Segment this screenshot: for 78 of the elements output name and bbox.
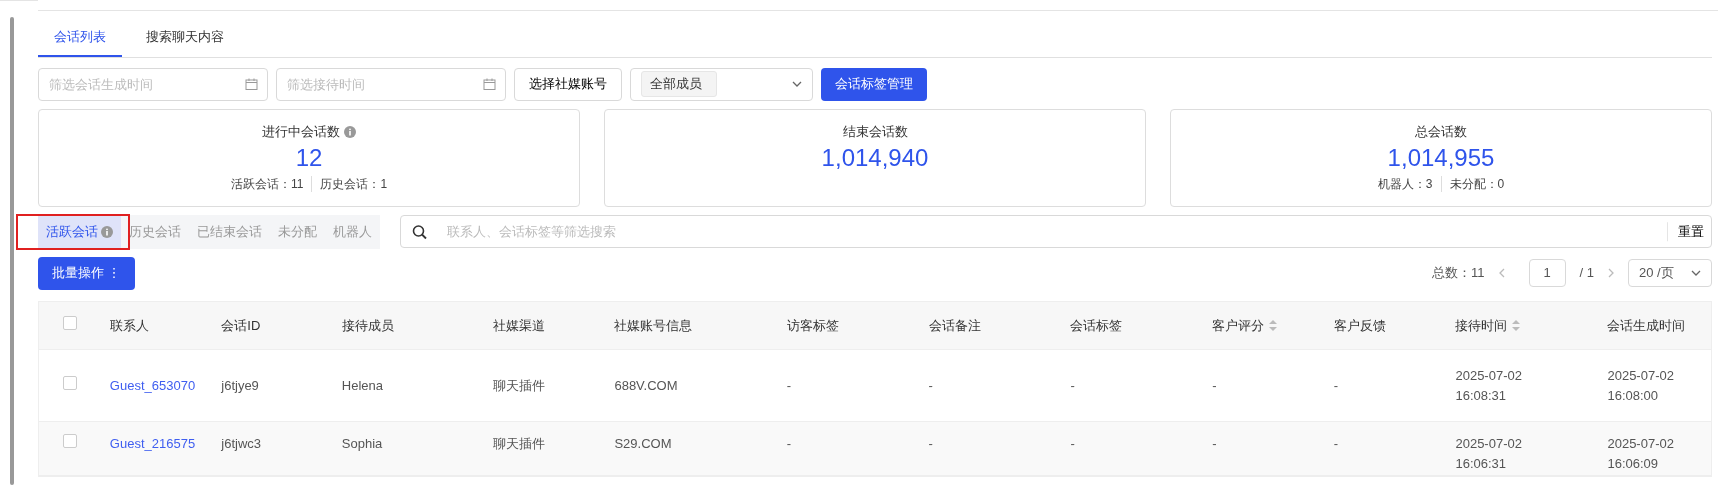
column-header: 接待成员 (341, 316, 394, 335)
table-cell: 688V.COM (614, 377, 678, 393)
table-cell: j6tjye9 (221, 377, 259, 393)
page-field[interactable]: 1 (1528, 259, 1566, 287)
table-cell: - (786, 436, 792, 451)
calendar-icon (483, 77, 496, 91)
table-cell: - (1070, 436, 1075, 451)
table-cell: Helena (341, 377, 384, 393)
page-size-value: 20 /页 (1639, 264, 1674, 283)
table-cell-text: 2025-07-02 16:08:31 (1455, 367, 1523, 405)
stat-value: 12 (295, 143, 323, 173)
table-cell: S29.COM (614, 436, 672, 451)
calendar-icon (245, 77, 258, 91)
column-header-cell[interactable]: 接待时间 (1447, 301, 1600, 350)
table-cell: 聊天插件 (492, 436, 545, 451)
stat-title: 进行中会话数 (262, 123, 340, 142)
contact-link[interactable]: Guest_653070 (109, 377, 196, 393)
sort-icon (1268, 318, 1279, 332)
table-cell: - (928, 436, 933, 451)
select-tag: 全部成员 (641, 71, 717, 97)
column-header: 接待时间 (1455, 316, 1508, 335)
stat-title: 总会话数 (1415, 123, 1467, 142)
table-cell-text: 2025-07-02 16:06:09 (1607, 435, 1675, 473)
stat-value: 1,014,940 (821, 143, 929, 173)
search-icon (412, 224, 427, 239)
stat-detail: 活跃会话：11 (230, 175, 304, 193)
sort-icon (1511, 318, 1522, 332)
checkbox[interactable] (63, 434, 78, 448)
chevron-right-icon (1608, 268, 1614, 278)
table-cell: - (1333, 377, 1339, 393)
column-header: 社媒渠道 (492, 316, 545, 335)
chevron-down-icon (792, 81, 802, 87)
stat-title: 结束会话数 (842, 123, 908, 142)
chevron-left-icon (1498, 268, 1505, 278)
page-count: / 1 (1579, 264, 1594, 283)
info-icon (101, 225, 113, 238)
stat-detail: 机器人：3 (1377, 175, 1433, 193)
column-header: 会话生成时间 (1607, 316, 1686, 335)
member-select[interactable]: 全部成员 (630, 67, 813, 101)
column-header: 会话备注 (928, 316, 981, 335)
filter-tab[interactable]: 活跃会话 (38, 214, 121, 249)
chevron-down-icon (1691, 270, 1701, 276)
column-header: 联系人 (109, 316, 149, 335)
info-icon (344, 126, 356, 139)
page-size-select[interactable]: 20 /页 (1628, 259, 1712, 287)
checkbox[interactable] (63, 315, 78, 330)
scroll-bar[interactable] (10, 17, 14, 485)
account-select-button[interactable]: 选择社媒账号 (514, 67, 622, 101)
table-cell: - (1333, 436, 1339, 451)
stat-value: 1,014,955 (1387, 143, 1495, 173)
date-field[interactable]: 筛选会话生成时间 (38, 67, 268, 101)
total-count: 总数：11 (1432, 264, 1485, 283)
stat-detail: 历史会话：1 (320, 175, 388, 193)
column-header: 客户评分 (1212, 316, 1265, 335)
tag-manage-button[interactable]: 会话标签管理 (821, 67, 927, 101)
column-header-cell[interactable]: 客户评分 (1204, 301, 1326, 350)
tab[interactable]: 搜索聊天内容 (130, 21, 240, 57)
table-cell: 聊天插件 (492, 377, 545, 393)
tab[interactable]: 会话列表 (38, 21, 122, 57)
table-cell: j6tjwc3 (221, 436, 261, 451)
table-cell: - (1212, 436, 1217, 451)
column-header: 访客标签 (786, 316, 839, 335)
checkbox[interactable] (63, 375, 78, 390)
table-cell: - (1212, 377, 1217, 393)
column-header: 客户反馈 (1333, 316, 1386, 335)
table-cell: Sophia (341, 436, 383, 451)
column-header: 会话ID (221, 316, 261, 335)
table-cell: - (786, 377, 792, 393)
table-cell: - (928, 377, 933, 393)
date-field[interactable]: 筛选接待时间 (276, 67, 506, 101)
column-header: 社媒账号信息 (614, 316, 693, 335)
table-cell-text: 2025-07-02 16:08:00 (1607, 367, 1675, 405)
batch-button[interactable]: 批量操作 ⋮ (38, 256, 135, 290)
reset-button[interactable]: 重置 (1667, 221, 1704, 242)
table-cell: - (1070, 377, 1075, 393)
column-header: 会话标签 (1070, 316, 1123, 335)
table-cell-text: 2025-07-02 16:06:31 (1455, 435, 1523, 473)
stat-detail: 未分配：0 (1449, 175, 1505, 193)
